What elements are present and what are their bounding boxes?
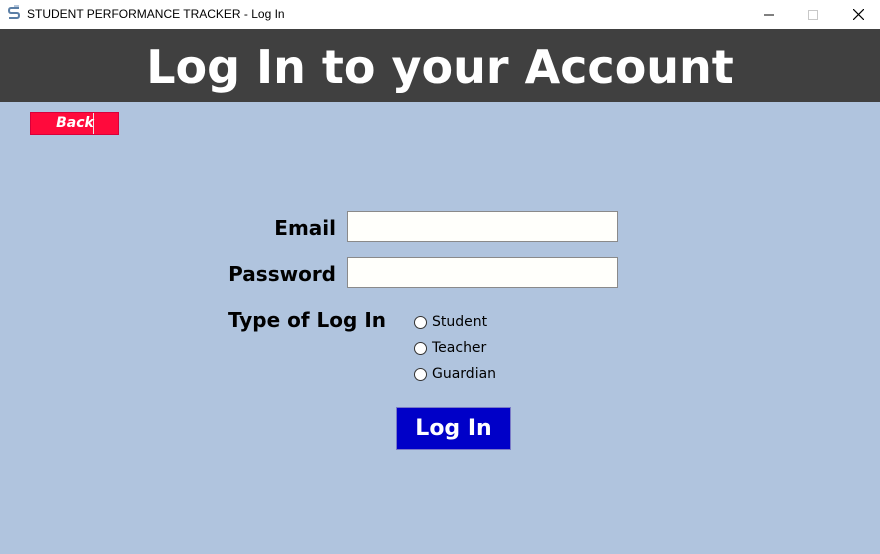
close-button[interactable] [835,0,880,29]
minimize-button[interactable] [746,0,792,29]
email-label: Email [274,216,336,240]
back-button-label: Back [56,115,94,131]
app-s-logo-icon [7,5,21,19]
radio-teacher[interactable]: Teacher [414,338,486,358]
maximize-icon [808,9,818,20]
radio-button-icon[interactable] [414,367,427,381]
radio-guardian[interactable]: Guardian [414,364,496,384]
window-title: STUDENT PERFORMANCE TRACKER - Log In [27,7,285,21]
close-icon [852,9,864,20]
minimize-icon [764,14,774,15]
password-label: Password [228,262,336,286]
header-banner: Log In to your Account [0,29,880,102]
window-titlebar: STUDENT PERFORMANCE TRACKER - Log In [0,0,880,29]
radio-guardian-label: Guardian [432,366,497,382]
email-field[interactable] [347,211,618,242]
radio-button-icon[interactable] [414,341,427,355]
radio-student-label: Student [432,314,488,330]
radio-student[interactable]: Student [414,312,487,332]
radio-teacher-label: Teacher [432,340,487,356]
login-type-label: Type of Log In [228,308,386,332]
password-field[interactable] [347,257,618,288]
maximize-button[interactable] [790,0,836,29]
back-button[interactable]: Back [30,112,119,135]
page-title: Log In to your Account [146,40,734,94]
radio-button-icon[interactable] [414,315,427,329]
login-button[interactable]: Log In [396,407,511,450]
